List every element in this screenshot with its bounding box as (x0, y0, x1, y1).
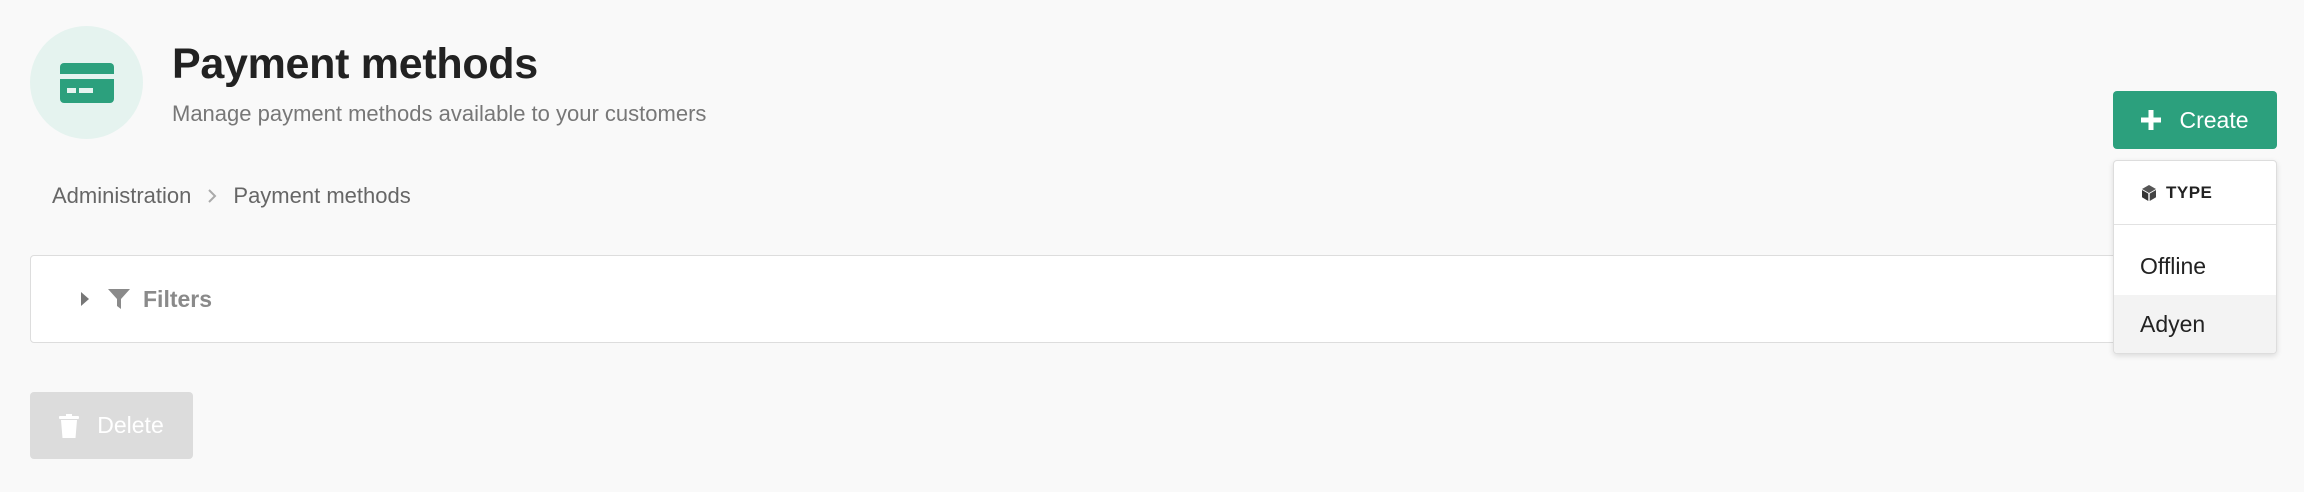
dropdown-item-adyen[interactable]: Adyen (2114, 295, 2276, 353)
caret-right-icon (81, 292, 89, 306)
filters-label: Filters (143, 285, 213, 312)
create-button[interactable]: Create (2113, 91, 2277, 149)
header-icon-badge (30, 26, 143, 139)
delete-label: Delete (97, 412, 164, 438)
breadcrumb-item-payment-methods: Payment methods (233, 183, 411, 208)
delete-button[interactable]: Delete (30, 392, 193, 459)
cube-icon (2140, 184, 2158, 202)
chevron-right-icon (207, 188, 217, 204)
dropdown-item-offline[interactable]: Offline (2114, 237, 2276, 295)
filters-toggle[interactable]: Filters (81, 256, 212, 342)
page-title: Payment methods (172, 40, 538, 88)
page-subtitle: Manage payment methods available to your… (172, 101, 707, 126)
filter-icon (107, 287, 131, 311)
dropdown-header: TYPE (2114, 161, 2276, 225)
dropdown-header-label: TYPE (2166, 182, 2213, 202)
plus-icon (2141, 110, 2162, 130)
credit-card-icon (59, 62, 114, 103)
breadcrumb-item-administration[interactable]: Administration (52, 183, 191, 209)
trash-icon (59, 413, 80, 438)
filters-panel: Filters (30, 255, 2124, 343)
create-type-dropdown: TYPE Offline Adyen (2113, 160, 2277, 354)
create-label: Create (2179, 106, 2249, 133)
breadcrumb: Administration Payment methods (52, 183, 411, 209)
